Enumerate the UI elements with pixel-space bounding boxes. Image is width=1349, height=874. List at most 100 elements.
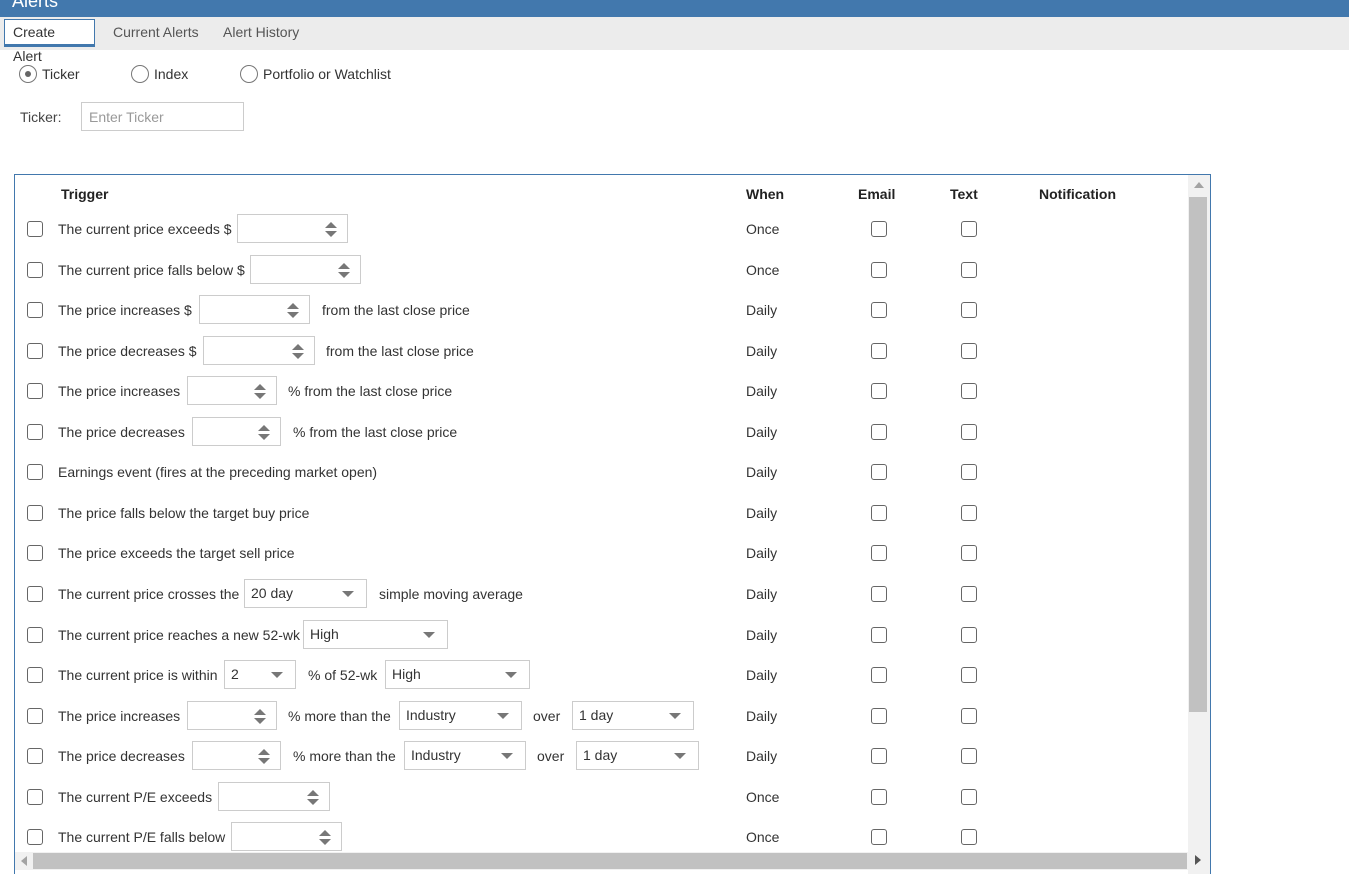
number-stepper[interactable] bbox=[192, 416, 281, 446]
tab-create-alert[interactable]: Create Alert bbox=[4, 19, 95, 64]
stepper-up-icon[interactable] bbox=[325, 222, 337, 228]
dropdown-select[interactable]: High bbox=[385, 660, 530, 690]
horizontal-scrollbar[interactable] bbox=[15, 852, 1188, 870]
number-stepper[interactable] bbox=[199, 295, 310, 325]
stepper-arrows-icon[interactable] bbox=[319, 830, 331, 846]
stepper-arrows-icon[interactable] bbox=[325, 222, 337, 237]
text-checkbox[interactable] bbox=[961, 342, 977, 359]
trigger-enable-checkbox[interactable] bbox=[27, 788, 43, 805]
trigger-enable-checkbox[interactable] bbox=[27, 707, 43, 724]
trigger-enable-checkbox[interactable] bbox=[27, 261, 43, 278]
radio-portfolio-watchlist[interactable]: Portfolio or Watchlist bbox=[240, 65, 391, 83]
stepper-arrows-icon[interactable] bbox=[254, 384, 266, 400]
trigger-enable-checkbox[interactable] bbox=[27, 626, 43, 643]
trigger-enable-checkbox[interactable] bbox=[27, 829, 43, 846]
text-checkbox[interactable] bbox=[961, 261, 977, 278]
radio-index[interactable]: Index bbox=[131, 65, 188, 83]
stepper-down-icon[interactable] bbox=[319, 839, 331, 846]
trigger-enable-checkbox[interactable] bbox=[27, 302, 43, 319]
text-checkbox[interactable] bbox=[961, 221, 977, 237]
tab-current-alerts[interactable]: Current Alerts bbox=[105, 19, 207, 47]
email-checkbox[interactable] bbox=[871, 261, 887, 278]
trigger-enable-checkbox[interactable] bbox=[27, 748, 43, 765]
email-checkbox[interactable] bbox=[871, 829, 887, 846]
number-stepper[interactable] bbox=[218, 781, 330, 811]
tab-alert-history[interactable]: Alert History bbox=[215, 19, 307, 47]
email-checkbox[interactable] bbox=[871, 788, 887, 805]
number-stepper[interactable] bbox=[231, 822, 342, 852]
trigger-enable-checkbox[interactable] bbox=[27, 464, 43, 481]
email-checkbox[interactable] bbox=[871, 302, 887, 319]
email-checkbox[interactable] bbox=[871, 383, 887, 400]
text-checkbox[interactable] bbox=[961, 788, 977, 805]
stepper-arrows-icon[interactable] bbox=[287, 303, 299, 319]
email-checkbox[interactable] bbox=[871, 667, 887, 684]
number-stepper[interactable] bbox=[250, 254, 361, 284]
stepper-up-icon[interactable] bbox=[319, 830, 331, 837]
radio-ticker[interactable]: Ticker bbox=[19, 65, 80, 83]
trigger-enable-checkbox[interactable] bbox=[27, 585, 43, 602]
dropdown-select[interactable]: 2 bbox=[224, 660, 296, 690]
stepper-arrows-icon[interactable] bbox=[254, 708, 266, 724]
stepper-down-icon[interactable] bbox=[325, 231, 337, 237]
stepper-up-icon[interactable] bbox=[254, 708, 266, 715]
vertical-scroll-thumb[interactable] bbox=[1189, 197, 1207, 712]
stepper-up-icon[interactable] bbox=[258, 749, 270, 756]
stepper-down-icon[interactable] bbox=[292, 352, 304, 359]
text-checkbox[interactable] bbox=[961, 626, 977, 643]
stepper-arrows-icon[interactable] bbox=[292, 343, 304, 359]
dropdown-select[interactable]: Industry bbox=[399, 700, 522, 730]
stepper-up-icon[interactable] bbox=[258, 424, 270, 431]
text-checkbox[interactable] bbox=[961, 545, 977, 562]
stepper-up-icon[interactable] bbox=[307, 789, 319, 796]
stepper-down-icon[interactable] bbox=[258, 758, 270, 765]
scroll-up-arrow-icon[interactable] bbox=[1194, 182, 1204, 188]
email-checkbox[interactable] bbox=[871, 342, 887, 359]
stepper-arrows-icon[interactable] bbox=[307, 789, 319, 805]
vertical-scrollbar[interactable] bbox=[1188, 175, 1210, 874]
stepper-down-icon[interactable] bbox=[254, 717, 266, 724]
number-stepper[interactable] bbox=[237, 214, 348, 243]
number-stepper[interactable] bbox=[187, 376, 277, 406]
email-checkbox[interactable] bbox=[871, 626, 887, 643]
email-checkbox[interactable] bbox=[871, 545, 887, 562]
number-stepper[interactable] bbox=[187, 700, 277, 730]
stepper-arrows-icon[interactable] bbox=[258, 749, 270, 765]
scroll-right-arrow-icon[interactable] bbox=[1195, 855, 1201, 865]
stepper-up-icon[interactable] bbox=[338, 262, 350, 269]
stepper-up-icon[interactable] bbox=[287, 303, 299, 310]
stepper-down-icon[interactable] bbox=[287, 312, 299, 319]
trigger-enable-checkbox[interactable] bbox=[27, 545, 43, 562]
trigger-enable-checkbox[interactable] bbox=[27, 423, 43, 440]
dropdown-select[interactable]: 1 day bbox=[576, 741, 699, 771]
text-checkbox[interactable] bbox=[961, 302, 977, 319]
trigger-enable-checkbox[interactable] bbox=[27, 667, 43, 684]
ticker-input[interactable] bbox=[81, 102, 244, 131]
text-checkbox[interactable] bbox=[961, 667, 977, 684]
stepper-arrows-icon[interactable] bbox=[258, 424, 270, 440]
stepper-up-icon[interactable] bbox=[292, 343, 304, 350]
email-checkbox[interactable] bbox=[871, 221, 887, 237]
trigger-enable-checkbox[interactable] bbox=[27, 342, 43, 359]
dropdown-select[interactable]: High bbox=[303, 619, 448, 649]
text-checkbox[interactable] bbox=[961, 829, 977, 846]
dropdown-select[interactable]: 20 day bbox=[244, 578, 367, 608]
number-stepper[interactable] bbox=[203, 335, 315, 365]
text-checkbox[interactable] bbox=[961, 383, 977, 400]
stepper-down-icon[interactable] bbox=[254, 393, 266, 400]
text-checkbox[interactable] bbox=[961, 585, 977, 602]
scroll-left-arrow-icon[interactable] bbox=[21, 856, 27, 866]
number-stepper[interactable] bbox=[192, 741, 281, 771]
email-checkbox[interactable] bbox=[871, 707, 887, 724]
stepper-up-icon[interactable] bbox=[254, 384, 266, 391]
text-checkbox[interactable] bbox=[961, 423, 977, 440]
trigger-enable-checkbox[interactable] bbox=[27, 221, 43, 237]
email-checkbox[interactable] bbox=[871, 464, 887, 481]
dropdown-select[interactable]: 1 day bbox=[572, 700, 694, 730]
text-checkbox[interactable] bbox=[961, 464, 977, 481]
email-checkbox[interactable] bbox=[871, 504, 887, 521]
horizontal-scroll-thumb[interactable] bbox=[33, 853, 1187, 869]
email-checkbox[interactable] bbox=[871, 423, 887, 440]
stepper-down-icon[interactable] bbox=[307, 798, 319, 805]
trigger-enable-checkbox[interactable] bbox=[27, 504, 43, 521]
